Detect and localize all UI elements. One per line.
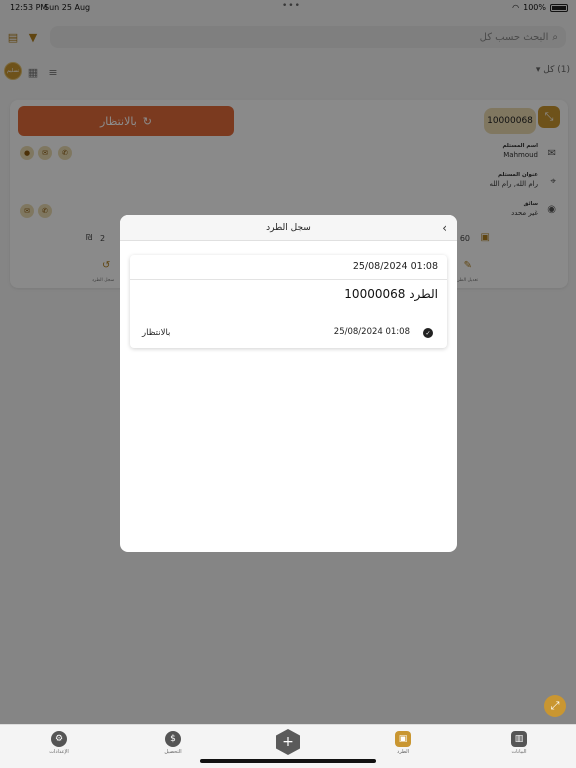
modal-title: سجل الطرد — [266, 223, 311, 233]
tab-data[interactable]: ▥ البيانات — [494, 731, 544, 755]
home-indicator — [200, 759, 376, 763]
tab-label: البيانات — [511, 749, 527, 755]
history-header-date: 25/08/2024 01:08 — [352, 261, 438, 272]
plus-icon: + — [282, 734, 294, 750]
package-history-modal: سجل الطرد ‹ 25/08/2024 01:08 الطرد 10000… — [120, 215, 457, 552]
divider — [130, 279, 447, 280]
dollar-icon: $ — [165, 731, 181, 747]
history-package-title: الطرد 10000068 — [344, 287, 438, 301]
history-entry-date: 25/08/2024 01:08 — [333, 327, 410, 337]
check-icon: ✓ — [423, 328, 433, 338]
history-card: 25/08/2024 01:08 الطرد 10000068 ✓ 25/08/… — [130, 255, 447, 348]
tab-package[interactable]: ▣ الطرد — [378, 731, 428, 755]
chart-icon: ▥ — [511, 731, 527, 747]
tab-collection[interactable]: $ التحصيل — [148, 731, 198, 755]
tab-settings[interactable]: ⚙ الإعدادات — [34, 731, 84, 755]
tab-label: التحصيل — [164, 749, 182, 755]
box-icon: ▣ — [395, 731, 411, 747]
back-chevron-icon[interactable]: ‹ — [442, 215, 447, 241]
history-entry-status: بالانتظار — [142, 328, 171, 338]
gear-icon: ⚙ — [51, 731, 67, 747]
tab-label: الطرد — [397, 749, 409, 755]
tab-label: الإعدادات — [49, 749, 69, 755]
modal-header: سجل الطرد ‹ — [120, 215, 457, 241]
expand-icon[interactable]: ⤢ — [544, 695, 566, 717]
